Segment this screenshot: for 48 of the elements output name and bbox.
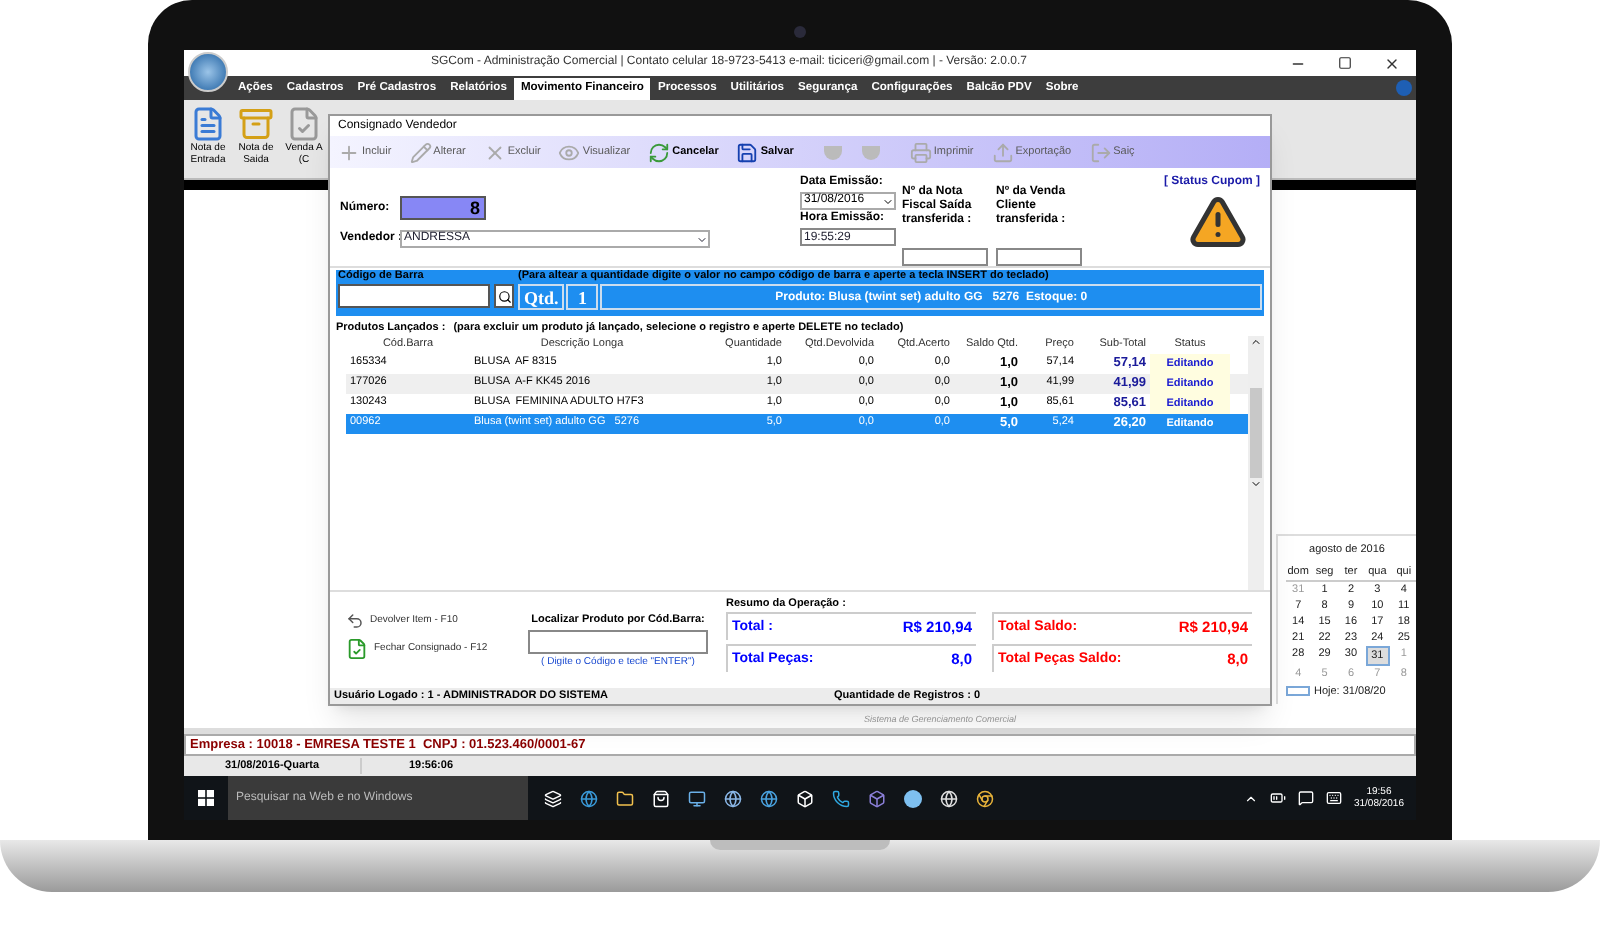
close-icon[interactable] [1384, 55, 1400, 71]
document-check-icon [346, 638, 368, 660]
folder-icon[interactable] [616, 789, 634, 807]
x-icon [483, 141, 506, 163]
scrollbar[interactable] [1248, 336, 1264, 590]
store-icon[interactable] [652, 789, 670, 807]
scroll-up-icon[interactable] [1250, 336, 1262, 349]
box-icon [238, 106, 274, 142]
eye-icon [558, 141, 581, 163]
chrome-icon[interactable] [976, 789, 994, 807]
warning-icon [1188, 192, 1248, 252]
task-view-icon[interactable] [544, 789, 562, 807]
battery-icon[interactable] [1269, 790, 1286, 806]
input-field[interactable] [996, 248, 1082, 266]
chat-icon[interactable] [1297, 790, 1314, 806]
export-icon [991, 141, 1014, 163]
refresh-icon [648, 141, 671, 163]
return-icon [346, 612, 364, 630]
plus-icon [338, 141, 360, 163]
today-marker-icon [1286, 686, 1310, 697]
phone-icon[interactable] [832, 789, 850, 807]
input-field[interactable] [902, 248, 988, 266]
browser-icon[interactable] [760, 789, 778, 807]
quantity-value: 1 [566, 284, 599, 310]
app-logo-icon [188, 52, 228, 92]
maximize-icon[interactable] [1338, 56, 1352, 70]
printer-icon [909, 141, 932, 163]
globe-icon[interactable] [724, 789, 742, 807]
exit-icon [1089, 141, 1112, 163]
keyboard-icon[interactable] [1325, 790, 1342, 806]
scroll-thumb[interactable] [1250, 388, 1262, 479]
monitor-icon[interactable] [688, 789, 706, 807]
scroll-down-icon[interactable] [1250, 478, 1262, 491]
document-icon [286, 106, 322, 142]
app-orb-icon[interactable] [904, 789, 922, 807]
pencil-icon [409, 141, 432, 163]
cube-icon[interactable] [796, 789, 814, 807]
windows-start-icon[interactable] [198, 790, 214, 806]
search-icon [497, 289, 511, 303]
barcode-field[interactable] [338, 284, 490, 308]
number-field[interactable]: 8 [400, 196, 486, 220]
browser-icon[interactable] [580, 789, 598, 807]
chevron-up-icon[interactable] [1243, 791, 1258, 805]
search-button[interactable] [494, 284, 514, 308]
quantity-label: Qtd. [518, 284, 565, 310]
document-icon [190, 106, 226, 142]
camera-icon [794, 26, 806, 38]
search-field[interactable] [528, 630, 708, 655]
